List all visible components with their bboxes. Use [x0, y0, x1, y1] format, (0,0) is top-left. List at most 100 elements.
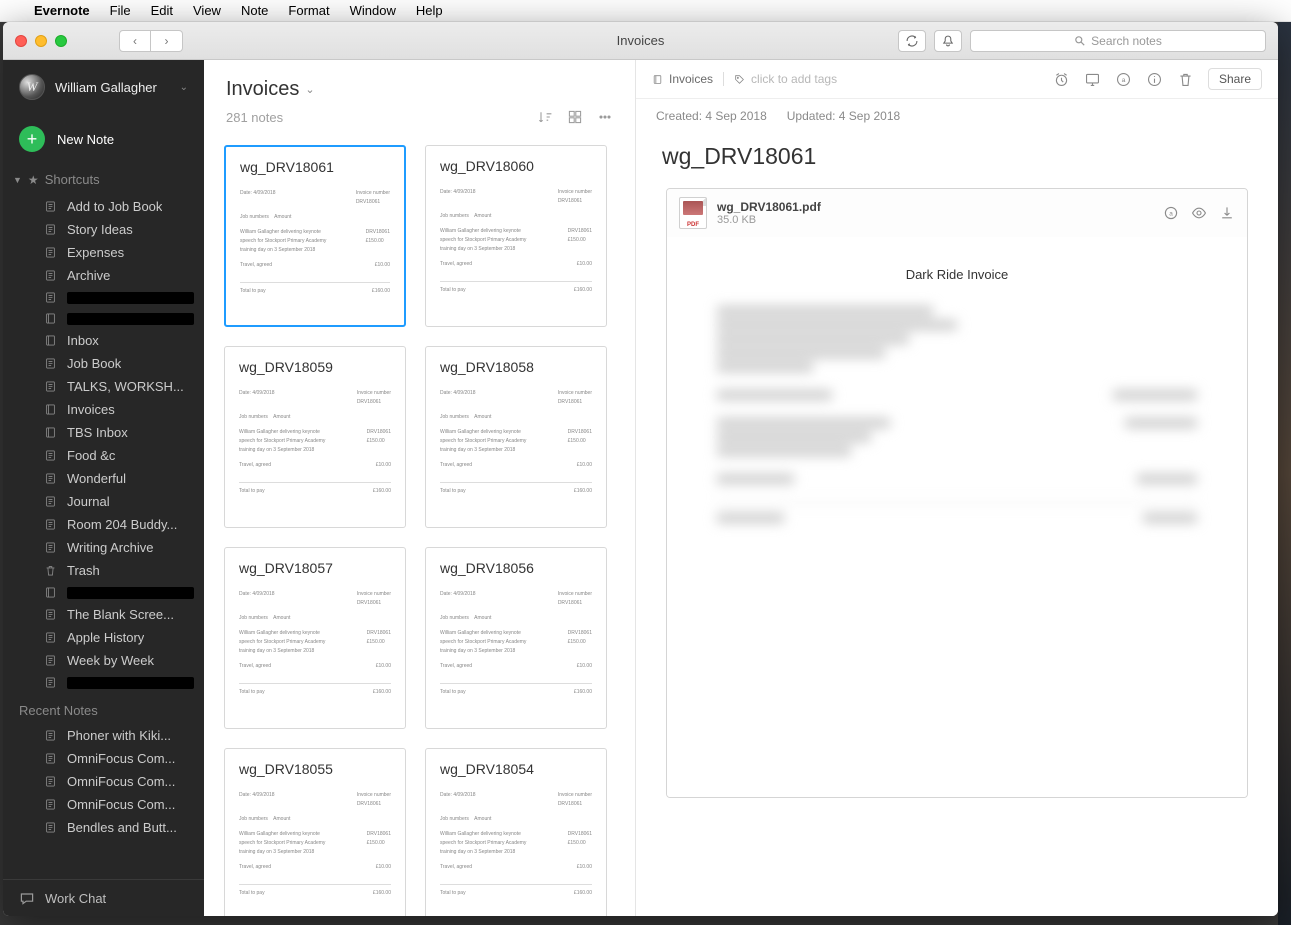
activity-button[interactable]: [934, 30, 962, 52]
note-title[interactable]: wg_DRV18061: [636, 133, 1278, 188]
note-list: Invoices ⌄ 281 notes wg_DRV18061Date: 4/…: [204, 60, 636, 916]
present-button[interactable]: [1084, 71, 1101, 88]
sidebar-shortcut-item[interactable]: [3, 582, 204, 603]
sidebar-shortcut-item[interactable]: Add to Job Book: [3, 195, 204, 218]
sidebar: William Gallagher ⌄ + New Note ▼ ★ Short…: [3, 60, 204, 916]
tag-icon: [734, 74, 745, 85]
note-icon: [43, 495, 57, 508]
pdf-filename[interactable]: wg_DRV18061.pdf: [717, 200, 821, 214]
sidebar-shortcut-item[interactable]: TALKS, WORKSH...: [3, 375, 204, 398]
menubar-file[interactable]: File: [110, 3, 131, 18]
breadcrumb-notebook[interactable]: Invoices: [669, 72, 713, 86]
chevron-down-icon: ⌄: [180, 82, 188, 93]
sidebar-shortcut-item[interactable]: Room 204 Buddy...: [3, 513, 204, 536]
menubar-help[interactable]: Help: [416, 3, 443, 18]
updated-date: Updated: 4 Sep 2018: [787, 109, 900, 123]
preview-pdf-button[interactable]: [1191, 205, 1207, 221]
sidebar-recent-item[interactable]: Bendles and Butt...: [3, 816, 204, 839]
sidebar-shortcut-item[interactable]: Job Book: [3, 352, 204, 375]
sidebar-shortcut-item[interactable]: Story Ideas: [3, 218, 204, 241]
sidebar-shortcut-item[interactable]: Food &c: [3, 444, 204, 467]
redacted-label: [67, 292, 194, 304]
note-icon: [43, 518, 57, 531]
new-note-button[interactable]: + New Note: [3, 114, 204, 164]
sidebar-shortcut-item[interactable]: Inbox: [3, 329, 204, 352]
more-options-button[interactable]: [597, 109, 613, 125]
sidebar-item-label: Job Book: [67, 356, 121, 371]
sidebar-shortcut-item[interactable]: [3, 308, 204, 329]
sidebar-shortcut-item[interactable]: Archive: [3, 264, 204, 287]
info-button[interactable]: [1146, 71, 1163, 88]
reminder-button[interactable]: [1053, 71, 1070, 88]
sidebar-shortcut-item[interactable]: The Blank Scree...: [3, 603, 204, 626]
sidebar-shortcut-item[interactable]: Journal: [3, 490, 204, 513]
sidebar-shortcut-item[interactable]: Apple History: [3, 626, 204, 649]
minimize-window-button[interactable]: [35, 35, 47, 47]
forward-button[interactable]: ›: [151, 30, 183, 52]
view-mode-button[interactable]: [567, 109, 583, 125]
menubar-window[interactable]: Window: [350, 3, 396, 18]
shortcuts-header[interactable]: ▼ ★ Shortcuts: [3, 164, 204, 195]
sidebar-shortcut-item[interactable]: [3, 287, 204, 308]
close-window-button[interactable]: [15, 35, 27, 47]
add-tags-input[interactable]: click to add tags: [751, 72, 837, 86]
note-card[interactable]: wg_DRV18060Date: 4/09/2018Invoice number…: [425, 145, 607, 327]
menubar-edit[interactable]: Edit: [151, 3, 173, 18]
sort-button[interactable]: [537, 109, 553, 125]
sidebar-shortcut-item[interactable]: Writing Archive: [3, 536, 204, 559]
sidebar-item-label: Writing Archive: [67, 540, 153, 555]
sidebar-shortcut-item[interactable]: Invoices: [3, 398, 204, 421]
sidebar-shortcut-item[interactable]: Wonderful: [3, 467, 204, 490]
redacted-content: [717, 306, 1197, 523]
download-pdf-button[interactable]: [1219, 205, 1235, 221]
note-card[interactable]: wg_DRV18059Date: 4/09/2018Invoice number…: [224, 346, 406, 528]
back-button[interactable]: ‹: [119, 30, 151, 52]
menubar-app[interactable]: Evernote: [34, 3, 90, 18]
note-card[interactable]: wg_DRV18055Date: 4/09/2018Invoice number…: [224, 748, 406, 916]
note-card[interactable]: wg_DRV18057Date: 4/09/2018Invoice number…: [224, 547, 406, 729]
account-menu[interactable]: William Gallagher ⌄: [3, 60, 204, 114]
sync-button[interactable]: [898, 30, 926, 52]
menubar-format[interactable]: Format: [288, 3, 329, 18]
sidebar-item-label: The Blank Scree...: [67, 607, 174, 622]
fullscreen-window-button[interactable]: [55, 35, 67, 47]
menubar-note[interactable]: Note: [241, 3, 268, 18]
titlebar: ‹ › Invoices Search notes: [3, 22, 1278, 60]
redacted-label: [67, 677, 194, 689]
notebook-icon: [43, 586, 57, 599]
trash-button[interactable]: [1177, 71, 1194, 88]
work-chat-button[interactable]: Work Chat: [3, 879, 204, 916]
sidebar-recent-item[interactable]: OmniFocus Com...: [3, 793, 204, 816]
sidebar-shortcut-item[interactable]: Week by Week: [3, 649, 204, 672]
sidebar-shortcut-item[interactable]: Trash: [3, 559, 204, 582]
note-card[interactable]: wg_DRV18058Date: 4/09/2018Invoice number…: [425, 346, 607, 528]
invoice-heading: Dark Ride Invoice: [717, 267, 1197, 282]
sidebar-shortcut-item[interactable]: [3, 672, 204, 693]
note-card[interactable]: wg_DRV18054Date: 4/09/2018Invoice number…: [425, 748, 607, 916]
notebook-icon: [43, 426, 57, 439]
note-card[interactable]: wg_DRV18061Date: 4/09/2018Invoice number…: [224, 145, 406, 327]
notebook-title-dropdown[interactable]: Invoices ⌄: [226, 78, 613, 101]
sidebar-item-label: Inbox: [67, 333, 99, 348]
sidebar-recent-item[interactable]: Phoner with Kiki...: [3, 724, 204, 747]
sidebar-shortcut-item[interactable]: Expenses: [3, 241, 204, 264]
annotate-pdf-button[interactable]: a: [1163, 205, 1179, 221]
sidebar-shortcut-item[interactable]: TBS Inbox: [3, 421, 204, 444]
notebook-icon: [43, 403, 57, 416]
window-controls: [3, 35, 67, 47]
sidebar-recent-item[interactable]: OmniFocus Com...: [3, 747, 204, 770]
search-input[interactable]: Search notes: [970, 30, 1266, 52]
new-note-label: New Note: [57, 132, 114, 147]
pdf-preview[interactable]: Dark Ride Invoice: [667, 237, 1247, 797]
note-icon: [43, 752, 57, 765]
note-card-title: wg_DRV18060: [440, 158, 592, 174]
note-card[interactable]: wg_DRV18056Date: 4/09/2018Invoice number…: [425, 547, 607, 729]
share-button[interactable]: Share: [1208, 68, 1262, 90]
note-card-title: wg_DRV18057: [239, 560, 391, 576]
note-detail: Invoices click to add tags a Share Creat…: [636, 60, 1278, 916]
annotate-button[interactable]: a: [1115, 71, 1132, 88]
note-count: 281 notes: [226, 110, 283, 125]
menubar-view[interactable]: View: [193, 3, 221, 18]
desktop-background: [1278, 22, 1291, 925]
sidebar-recent-item[interactable]: OmniFocus Com...: [3, 770, 204, 793]
